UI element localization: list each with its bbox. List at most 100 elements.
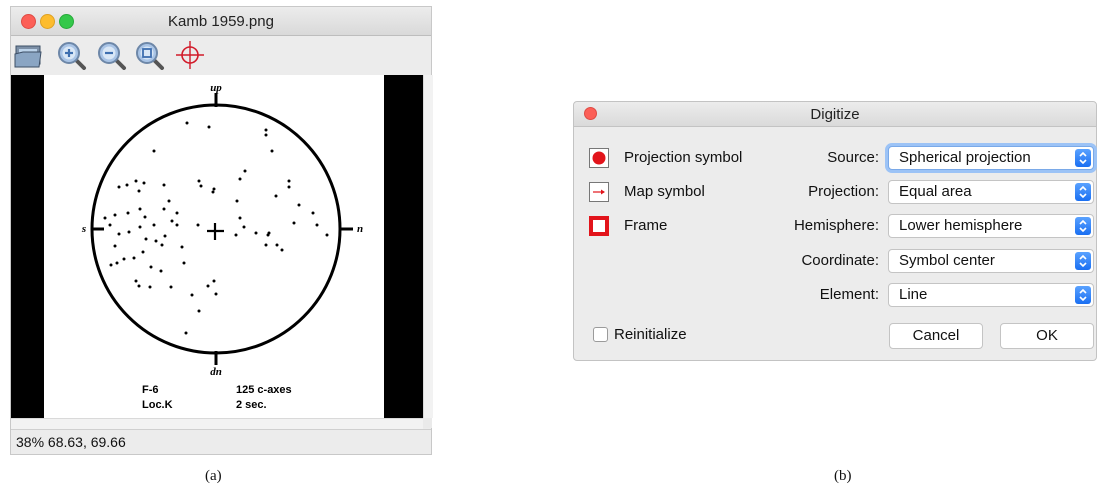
cancel-button[interactable]: Cancel [889,323,983,349]
data-point [160,243,164,247]
data-point [144,237,148,241]
data-point [264,243,268,247]
data-point [152,223,156,227]
vertical-scrollbar[interactable] [423,75,433,418]
data-point [113,244,117,248]
data-point [125,183,129,187]
data-point [149,265,153,269]
red-arrow-icon [593,189,605,195]
hemisphere-stepper-icon [1075,217,1091,235]
data-point [264,128,268,132]
label-n: n [357,223,363,235]
projection-symbol-swatch[interactable] [589,148,609,168]
data-point [196,223,200,227]
caption-left-1: F-6 [142,384,159,396]
data-point [197,179,201,183]
caption-right-1: 125 c-axes [236,384,292,396]
frame-swatch[interactable] [589,216,609,236]
zoom-out-icon[interactable] [96,40,128,70]
source-select[interactable]: Spherical projection [888,146,1094,170]
data-point [234,233,238,237]
data-point [270,149,274,153]
digitize-dialog: Digitize Projection symbol Map symbol Fr… [573,101,1097,361]
hemisphere-value: Lower hemisphere [899,217,1023,234]
data-point [275,243,279,247]
data-point [142,181,146,185]
data-point [170,219,174,223]
data-point [287,185,291,189]
data-point [243,169,247,173]
data-point [109,263,113,267]
data-point [242,225,246,229]
data-point [185,121,189,125]
data-point [199,184,203,188]
data-point [167,199,171,203]
data-point [117,185,121,189]
data-point [206,284,210,288]
data-point [122,257,126,261]
stereonet-plot: up dn s n F-6 Loc.K 125 c-axes 2 sec. [81,82,363,411]
map-symbol-swatch[interactable] [589,182,609,202]
data-point [297,203,301,207]
data-point [274,194,278,198]
data-point [108,223,112,227]
reinitialize-checkbox[interactable] [593,327,608,342]
element-value: Line [899,286,928,303]
data-point [184,331,188,335]
data-point [137,284,141,288]
open-image-icon[interactable] [13,40,45,70]
resize-grip[interactable] [423,418,432,428]
viewer-title: Kamb 1959.png [168,13,274,30]
data-point [315,223,319,227]
ok-button[interactable]: OK [1000,323,1094,349]
status-bar: 38% 68.63, 69.66 [11,429,431,454]
element-label: Element: [819,286,879,303]
data-point [212,187,216,191]
red-frame-icon [590,217,608,235]
data-point [138,207,142,211]
image-canvas[interactable]: up dn s n F-6 Loc.K 125 c-axes 2 sec. [11,75,423,418]
coordinate-value: Symbol center [899,252,995,269]
data-point [162,183,166,187]
viewer-title-bar: Kamb 1959.png [11,7,431,36]
data-point [141,250,145,254]
red-dot-icon [592,151,606,165]
data-point [115,261,119,265]
hemisphere-label: Hemisphere: [793,217,879,234]
data-point [117,232,121,236]
zoom-in-icon[interactable] [56,40,88,70]
data-point [292,221,296,225]
viewer-toolbar [11,36,431,76]
frame-label: Frame [624,217,668,234]
horizontal-scrollbar[interactable] [11,418,423,429]
coordinate-stepper-icon [1075,252,1091,270]
data-point [132,256,136,260]
data-point [143,215,147,219]
zoom-fit-icon[interactable] [134,40,166,70]
projection-select[interactable]: Equal area [888,180,1094,204]
data-point [180,245,184,249]
data-point [212,279,216,283]
caption-a: (a) [205,468,222,484]
element-select[interactable]: Line [888,283,1094,307]
hemisphere-select[interactable]: Lower hemisphere [888,214,1094,238]
data-point [113,213,117,217]
coordinate-select[interactable]: Symbol center [888,249,1094,273]
data-point [148,285,152,289]
data-point [175,223,179,227]
data-point [266,233,270,237]
data-point [182,261,186,265]
label-up: up [210,82,222,94]
data-point [152,149,156,153]
data-point [169,285,173,289]
data-point [280,248,284,252]
data-point [211,190,215,194]
dialog-title: Digitize [810,106,860,123]
data-point [134,279,138,283]
reinitialize-label: Reinitialize [614,326,687,343]
data-point [238,177,242,181]
crosshair-icon[interactable] [174,40,206,70]
data-point [325,233,329,237]
label-dn: dn [210,366,222,378]
source-value: Spherical projection [899,149,1031,166]
